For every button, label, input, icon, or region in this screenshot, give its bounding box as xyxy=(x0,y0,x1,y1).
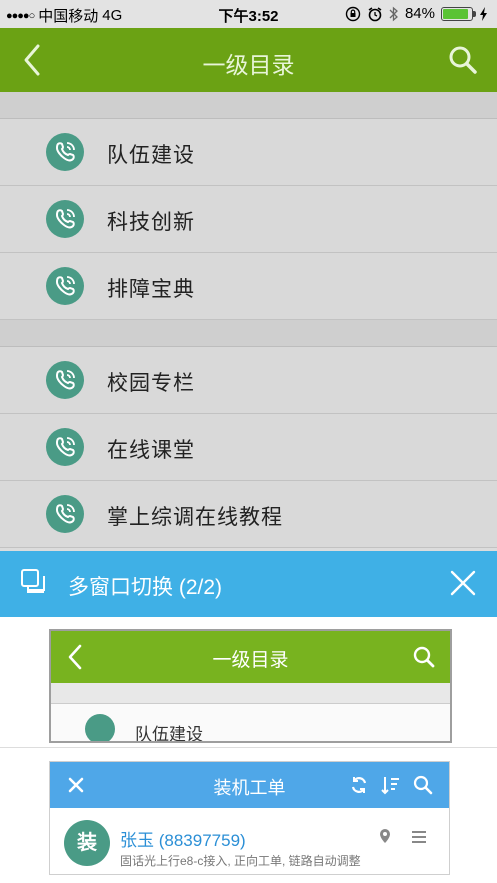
list-item[interactable]: 校园专栏 xyxy=(0,347,497,414)
window-thumbnails-panel: 一级目录 队伍建设 装机工单 装 张玉 (88397759) 固话光上行e8-c… xyxy=(0,617,497,883)
rotation-lock-icon xyxy=(345,6,361,21)
group-separator xyxy=(0,92,497,119)
window-thumbnail-2[interactable]: 装机工单 装 张玉 (88397759) 固话光上行e8-c接入, 正向工单, … xyxy=(49,761,450,875)
list-item-label: 排障宝典 xyxy=(107,278,195,301)
list-item-label: 校园专栏 xyxy=(107,372,195,395)
directory-list: 队伍建设 科技创新 排障宝典 校园专栏 在线课堂 掌上综调在线教程 xyxy=(0,92,497,548)
group-separator xyxy=(0,320,497,347)
phone-icon xyxy=(46,428,84,466)
status-right: 84% xyxy=(345,5,489,22)
thumbnail-list-item: 队伍建设 xyxy=(51,704,450,743)
list-item[interactable]: 在线课堂 xyxy=(0,414,497,481)
battery-fill xyxy=(443,8,469,19)
window-switcher-bar: 多窗口切换 (2/2) xyxy=(0,551,497,617)
windows-icon xyxy=(21,569,45,593)
close-icon[interactable] xyxy=(449,569,477,597)
menu-icon xyxy=(412,831,426,843)
phone-icon xyxy=(85,714,115,741)
battery-percent: 84% xyxy=(404,5,435,22)
avatar: 装 xyxy=(64,820,110,866)
phone-icon xyxy=(46,495,84,533)
search-icon xyxy=(413,646,435,668)
work-order-description: 固话光上行e8-c接入, 正向工单, 链路自动调整 xyxy=(120,854,361,868)
thumbnail-nav-bar: 装机工单 xyxy=(50,762,449,808)
alarm-icon xyxy=(368,6,382,21)
charging-icon xyxy=(480,6,487,21)
thumbnail-divider xyxy=(0,747,497,748)
list-item[interactable]: 队伍建设 xyxy=(0,119,497,186)
list-item-label: 科技创新 xyxy=(107,211,195,234)
search-icon[interactable] xyxy=(447,44,479,76)
search-icon xyxy=(413,775,433,795)
phone-icon xyxy=(46,361,84,399)
phone-icon xyxy=(46,133,84,171)
refresh-icon xyxy=(351,777,367,793)
window-switcher-title: 多窗口切换 (2/2) xyxy=(68,576,223,599)
list-item-label: 在线课堂 xyxy=(107,439,195,462)
list-item[interactable]: 科技创新 xyxy=(0,186,497,253)
phone-icon xyxy=(46,200,84,238)
thumbnail-title: 一级目录 xyxy=(212,650,289,671)
bluetooth-icon xyxy=(389,6,398,21)
sort-icon xyxy=(381,777,399,795)
contact-name: 张玉 (88397759) xyxy=(120,831,246,850)
list-item-label: 掌上综调在线教程 xyxy=(107,506,283,529)
list-item[interactable]: 掌上综调在线教程 xyxy=(0,481,497,548)
window-thumbnail-1[interactable]: 一级目录 队伍建设 xyxy=(49,629,452,743)
phone-icon xyxy=(46,267,84,305)
list-item-label: 队伍建设 xyxy=(107,144,195,167)
battery-icon xyxy=(441,6,476,21)
thumbnail-nav-bar: 一级目录 xyxy=(51,631,450,683)
page-title: 一级目录 xyxy=(202,52,295,78)
nav-bar: 一级目录 xyxy=(0,28,497,92)
group-separator xyxy=(51,683,450,704)
list-item[interactable]: 排障宝典 xyxy=(0,253,497,320)
status-bar: ●●●●○ 中国移动 4G 下午3:52 84% xyxy=(0,0,497,28)
location-pin-icon xyxy=(380,829,390,843)
thumbnail-item-label: 队伍建设 xyxy=(135,725,203,743)
